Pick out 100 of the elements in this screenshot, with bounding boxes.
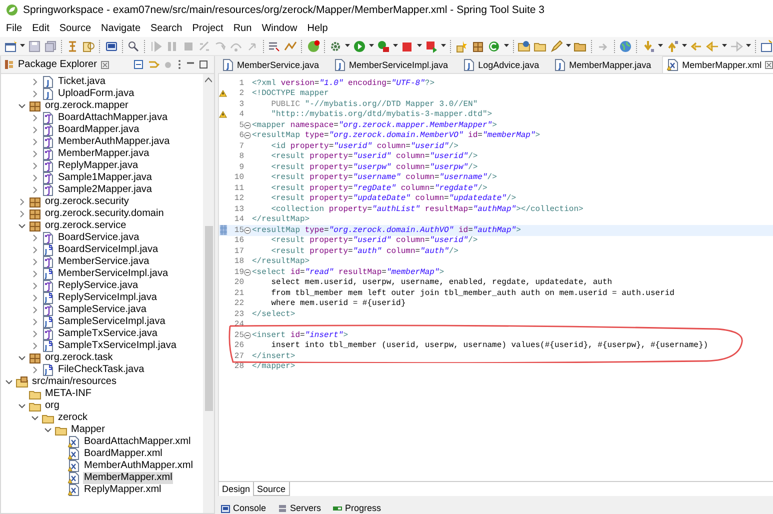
- tree-item[interactable]: Sample1Mapper.java: [57, 172, 153, 184]
- caret-icon[interactable]: [658, 44, 663, 48]
- stop-server-icon[interactable]: [401, 40, 414, 52]
- tree-item[interactable]: FileCheckTask.java: [57, 364, 146, 376]
- new-project-icon[interactable]: [456, 40, 469, 52]
- debug-server-icon[interactable]: [425, 40, 438, 52]
- console-icon[interactable]: [104, 40, 118, 52]
- menu-item[interactable]: Window: [256, 23, 302, 34]
- tree-item[interactable]: src/main/resources: [31, 376, 118, 388]
- new-window-icon[interactable]: [4, 40, 17, 52]
- caret-icon[interactable]: [20, 44, 25, 48]
- pen-icon[interactable]: [550, 40, 564, 52]
- mode-tab[interactable]: Source: [253, 482, 290, 496]
- tree-item[interactable]: MemberAuthMapper.java: [57, 136, 171, 148]
- tree-item[interactable]: ReplyService.java: [57, 280, 140, 292]
- run-server-icon[interactable]: [377, 40, 390, 52]
- tree-item[interactable]: Sample2Mapper.java: [57, 184, 153, 196]
- mode-tab[interactable]: Design: [219, 482, 254, 496]
- close-icon[interactable]: [764, 61, 773, 69]
- tree-item[interactable]: SampleServiceImpl.java: [57, 316, 166, 328]
- maximize-icon[interactable]: [198, 60, 208, 69]
- caret-icon[interactable]: [722, 44, 727, 48]
- menu-item[interactable]: Project: [187, 23, 228, 34]
- editor-tab[interactable]: MemberMapper.java: [550, 56, 656, 73]
- menu-item[interactable]: Run: [228, 23, 257, 34]
- globe-icon[interactable]: [619, 40, 632, 52]
- collapse-toggle-icon[interactable]: [244, 132, 251, 140]
- skip-breakpoints-icon[interactable]: [268, 40, 282, 52]
- menu-item[interactable]: Source: [54, 23, 96, 34]
- caret-icon[interactable]: [566, 44, 572, 48]
- caret-icon[interactable]: [682, 44, 687, 48]
- collapse-all-icon[interactable]: [132, 59, 144, 70]
- tree-item[interactable]: Ticket.java: [57, 76, 106, 88]
- collapse-toggle-icon[interactable]: [244, 122, 251, 129]
- tree-item[interactable]: Mapper: [70, 424, 106, 436]
- new-class-icon[interactable]: [488, 40, 501, 52]
- scrollbar-thumb[interactable]: [204, 226, 212, 411]
- spring-update-icon[interactable]: [306, 40, 320, 52]
- tree-item[interactable]: org.zerock.mapper: [44, 100, 130, 112]
- menu-item[interactable]: Edit: [27, 23, 54, 34]
- collapse-toggle-icon[interactable]: [244, 332, 251, 339]
- tree-item[interactable]: BoardMapper.xml: [83, 448, 164, 460]
- tree-item[interactable]: BoardMapper.java: [57, 124, 140, 136]
- tree-item[interactable]: BoardServiceImpl.java: [57, 244, 160, 256]
- tree-item[interactable]: BoardService.java: [57, 232, 140, 244]
- tree-item[interactable]: org: [44, 400, 60, 412]
- tree-item[interactable]: org.zerock.security: [44, 196, 130, 208]
- tree-item[interactable]: MemberService.java: [57, 256, 150, 268]
- tree-item[interactable]: SampleTxServiceImpl.java: [57, 340, 178, 352]
- view-tab[interactable]: Progress: [330, 503, 384, 513]
- tree-item[interactable]: org.zerock.security.domain: [44, 208, 165, 220]
- caret-icon[interactable]: [369, 44, 374, 48]
- menu-item[interactable]: Search: [146, 23, 188, 34]
- caret-icon[interactable]: [746, 44, 751, 48]
- save-all-icon[interactable]: [44, 40, 57, 52]
- run-icon[interactable]: [353, 40, 366, 52]
- caret-icon[interactable]: [504, 44, 509, 48]
- open-type-icon[interactable]: [82, 40, 96, 52]
- menu-item[interactable]: File: [1, 23, 28, 34]
- menu-item[interactable]: Help: [302, 23, 333, 34]
- menu-item[interactable]: Navigate: [96, 23, 146, 34]
- editor-tab[interactable]: MemberService.java: [218, 56, 324, 73]
- caret-icon[interactable]: [441, 44, 446, 48]
- view-menu-icon[interactable]: [176, 59, 182, 70]
- toggle-tasks-icon[interactable]: [284, 40, 298, 52]
- perspective-icon[interactable]: [760, 40, 773, 52]
- tree-item[interactable]: ReplyMapper.xml: [83, 484, 162, 496]
- tree-item[interactable]: MemberAuthMapper.xml: [83, 460, 194, 472]
- search-icon[interactable]: [127, 40, 140, 52]
- tree-item[interactable]: org.zerock.service: [44, 220, 128, 232]
- editor-tab[interactable]: MemberMapper.xml: [662, 56, 773, 73]
- tree-item[interactable]: zerock: [57, 412, 88, 424]
- collapse-toggle-icon[interactable]: [244, 268, 251, 276]
- view-tab[interactable]: Servers: [275, 503, 324, 513]
- tree-item[interactable]: SampleService.java: [57, 304, 148, 316]
- scroll-up-icon[interactable]: [205, 77, 212, 83]
- editor-tab[interactable]: MemberServiceImpl.java: [330, 56, 454, 73]
- tree-item[interactable]: ReplyServiceImpl.java: [57, 292, 158, 304]
- caret-icon[interactable]: [417, 44, 422, 48]
- tree-item[interactable]: ReplyMapper.java: [57, 160, 140, 172]
- open-folder-icon[interactable]: [518, 40, 532, 52]
- view-tab[interactable]: Console: [218, 503, 270, 513]
- tree-item[interactable]: SampleTxService.java: [57, 328, 158, 340]
- collapse-toggle-icon[interactable]: [244, 226, 251, 234]
- line-number: 22: [233, 299, 244, 308]
- caret-icon[interactable]: [393, 44, 398, 48]
- tree-item[interactable]: META-INF: [44, 388, 92, 400]
- editor-tab[interactable]: LogAdvice.java: [459, 56, 544, 73]
- new-package-icon[interactable]: [472, 40, 485, 52]
- tree-item[interactable]: MemberMapper.java: [57, 148, 150, 160]
- tree-item[interactable]: MemberMapper.xml: [83, 472, 174, 484]
- tree-item[interactable]: BoardAttachMapper.java: [57, 112, 169, 124]
- tree-item[interactable]: UploadForm.java: [57, 88, 136, 100]
- close-icon[interactable]: [100, 60, 109, 68]
- tree-item[interactable]: org.zerock.task: [44, 352, 114, 364]
- scrollbar[interactable]: [203, 74, 214, 513]
- tree-item[interactable]: BoardAttachMapper.xml: [83, 436, 192, 448]
- caret-icon[interactable]: [345, 44, 350, 48]
- tree-item[interactable]: MemberServiceImpl.java: [57, 268, 170, 280]
- gear-icon[interactable]: [329, 40, 342, 52]
